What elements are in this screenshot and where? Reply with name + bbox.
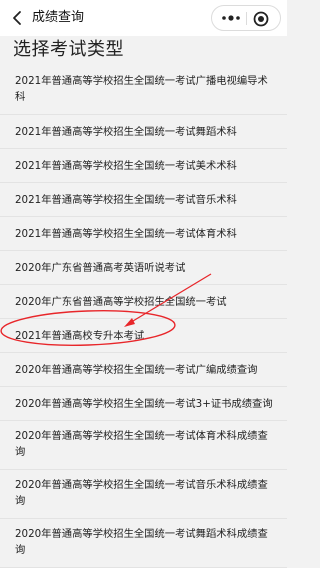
target-circle-icon[interactable] xyxy=(253,11,269,27)
list-item[interactable]: 2020年普通高等学校招生全国统一考试广编成绩查询 xyxy=(0,353,287,387)
capsule-divider xyxy=(246,12,247,25)
exam-type-list: 2021年普通高等学校招生全国统一考试广播电视编导术科 2021年普通高等学校招… xyxy=(0,66,287,568)
list-item[interactable]: 2021年普通高校专升本考试 xyxy=(0,319,287,353)
list-item[interactable]: 2020年普通高等学校招生全国统一考试3+证书成绩查询 xyxy=(0,387,287,421)
list-item[interactable]: 2021年普通高等学校招生全国统一考试音乐术科 xyxy=(0,183,287,217)
list-item[interactable]: 2021年普通高等学校招生全国统一考试广播电视编导术科 xyxy=(0,66,287,115)
chevron-left-icon[interactable] xyxy=(10,9,26,27)
list-item[interactable]: 2020年广东省普通高考英语听说考试 xyxy=(0,251,287,285)
list-item[interactable]: 2020年普通高等学校招生全国统一考试音乐术科成绩查询 xyxy=(0,470,287,519)
list-item[interactable]: 2021年普通高等学校招生全国统一考试体育术科 xyxy=(0,217,287,251)
list-item[interactable]: 2021年普通高等学校招生全国统一考试美术术科 xyxy=(0,149,287,183)
list-item[interactable]: 2021年普通高等学校招生全国统一考试舞蹈术科 xyxy=(0,115,287,149)
list-item[interactable]: 2020年广东省普通高等学校招生全国统一考试 xyxy=(0,285,287,319)
navigation-bar: 成绩查询 xyxy=(0,0,287,36)
more-dots-icon[interactable] xyxy=(220,12,242,24)
mini-program-capsule xyxy=(211,5,281,31)
list-item[interactable]: 2020年普通高等学校招生全国统一考试体育术科成绩查询 xyxy=(0,421,287,470)
nav-title: 成绩查询 xyxy=(32,10,85,25)
page-title: 选择考试类型 xyxy=(13,39,124,60)
